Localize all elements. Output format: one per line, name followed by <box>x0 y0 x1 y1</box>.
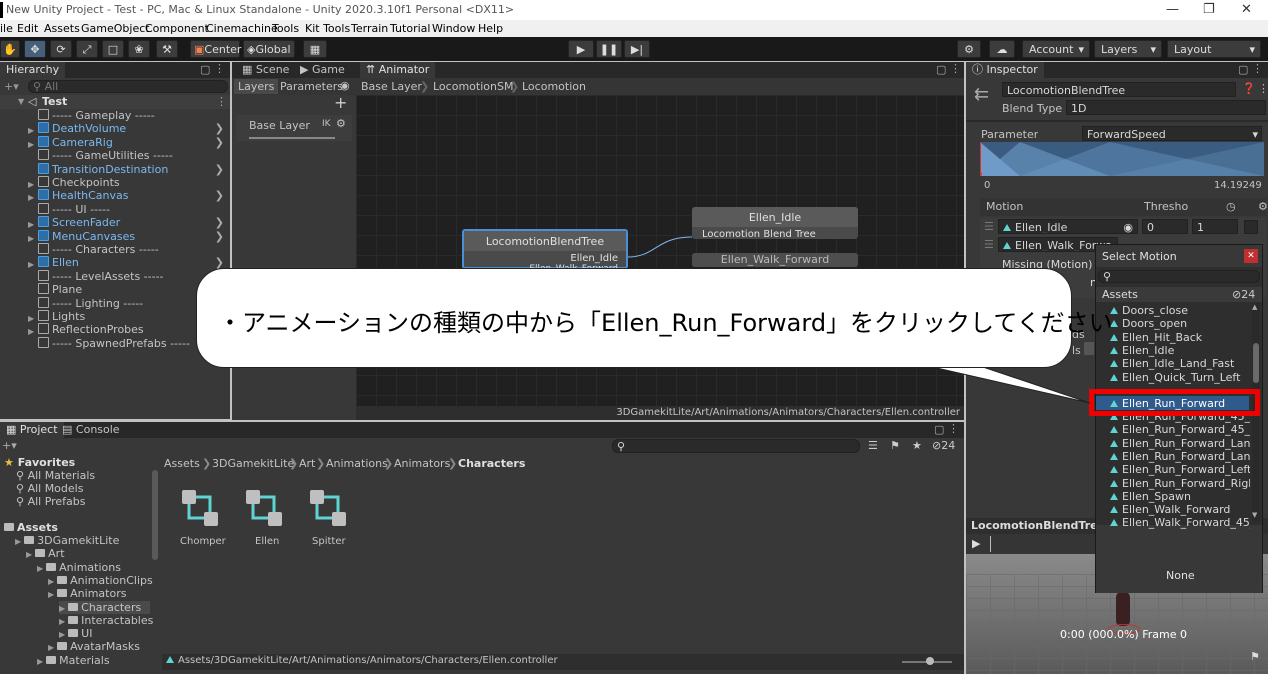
instruction-text: ・アニメーションの種類の中から「Ellen_Run_Forward」をクリックし… <box>218 309 1113 337</box>
